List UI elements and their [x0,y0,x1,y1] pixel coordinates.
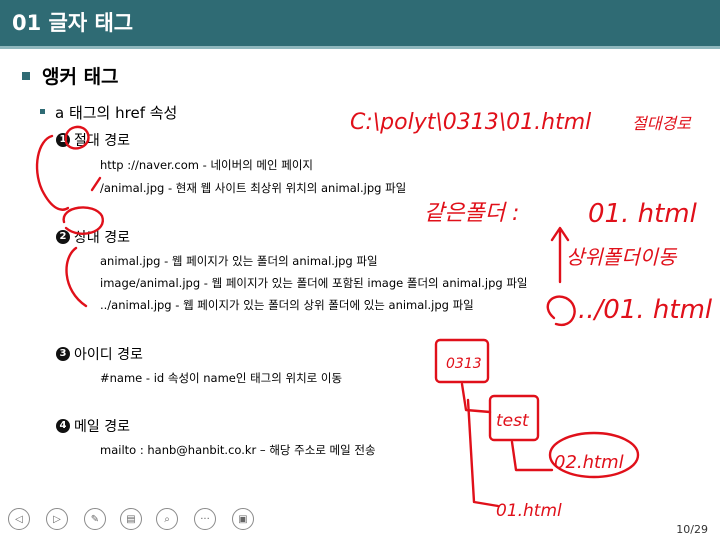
number-badge: 4 [56,419,70,433]
ink-line-test-02 [510,440,554,472]
ink-text-file01: 01. html [588,199,698,229]
prev-icon[interactable]: ◁ [8,508,30,530]
ink-line-0313-test [460,382,492,414]
list-item: image/animal.jpg - 웹 페이지가 있는 폴더에 포함된 ima… [100,276,528,290]
ink-text-up-folder: 상위폴더이동 [566,245,678,269]
number-badge: 1 [56,133,70,147]
more-icon[interactable]: ··· [194,508,216,530]
section-relative-path: 2 상대 경로 [56,227,130,247]
section-absolute-path: 1 절대 경로 [56,130,130,150]
ink-text-0313: 0313 [446,356,482,372]
main-heading: 앵커 태그 [22,62,119,89]
next-icon[interactable]: ▷ [46,508,68,530]
ink-circle-02 [548,431,640,479]
list-item: mailto : hanb@hanbit.co.kr – 해당 주소로 메일 전… [100,443,376,457]
ink-text-same-folder: 같은폴더 : [424,201,519,226]
ink-text-parent-file: ../01. html [578,295,713,325]
number-badge: 2 [56,230,70,244]
list-item: #name - id 속성이 name인 태그의 위치로 이동 [100,371,343,385]
ink-text-path: C:\polyt\0313\01.html [350,110,591,135]
page-number: 10/29 [676,523,708,536]
section-id-path: 3 아이디 경로 [56,344,143,364]
title-divider [0,46,720,49]
ink-arrow-up [550,226,570,284]
screen-icon[interactable]: ▣ [232,508,254,530]
list-item: /animal.jpg - 현재 웹 사이트 최상위 위치의 animal.jp… [100,181,407,195]
ink-text-absolute: 절대경로 [632,114,692,133]
small-bullet-icon [40,109,45,114]
list-item: http ://naver.com - 네이버의 메인 페이지 [100,158,313,172]
ink-smiley [546,295,576,327]
slides-icon[interactable]: ▤ [120,508,142,530]
square-bullet-icon [22,71,30,80]
slide-title-bar: 01 글자 태그 [0,0,720,46]
ink-line-root [466,398,500,508]
ink-mark-slash [90,176,102,192]
sub-heading: a 태그의 href 속성 [40,102,177,123]
ink-text-02: 02.html [554,452,624,473]
list-item: ../animal.jpg - 웹 페이지가 있는 폴더의 상위 폴더에 있는 … [100,298,474,312]
zoom-icon[interactable]: ⌕ [156,508,178,530]
ink-box-0313 [434,338,490,384]
pen-icon[interactable]: ✎ [84,508,106,530]
slide-title: 01 글자 태그 [12,11,134,35]
ink-box-test [488,394,540,442]
list-item: animal.jpg - 웹 페이지가 있는 폴더의 animal.jpg 파일 [100,254,378,268]
section-mail-path: 4 메일 경로 [56,416,130,436]
ink-bracket-relative [65,246,88,308]
number-badge: 3 [56,347,70,361]
ink-text-test: test [496,411,530,431]
ink-text-01b: 01.html [496,501,562,521]
